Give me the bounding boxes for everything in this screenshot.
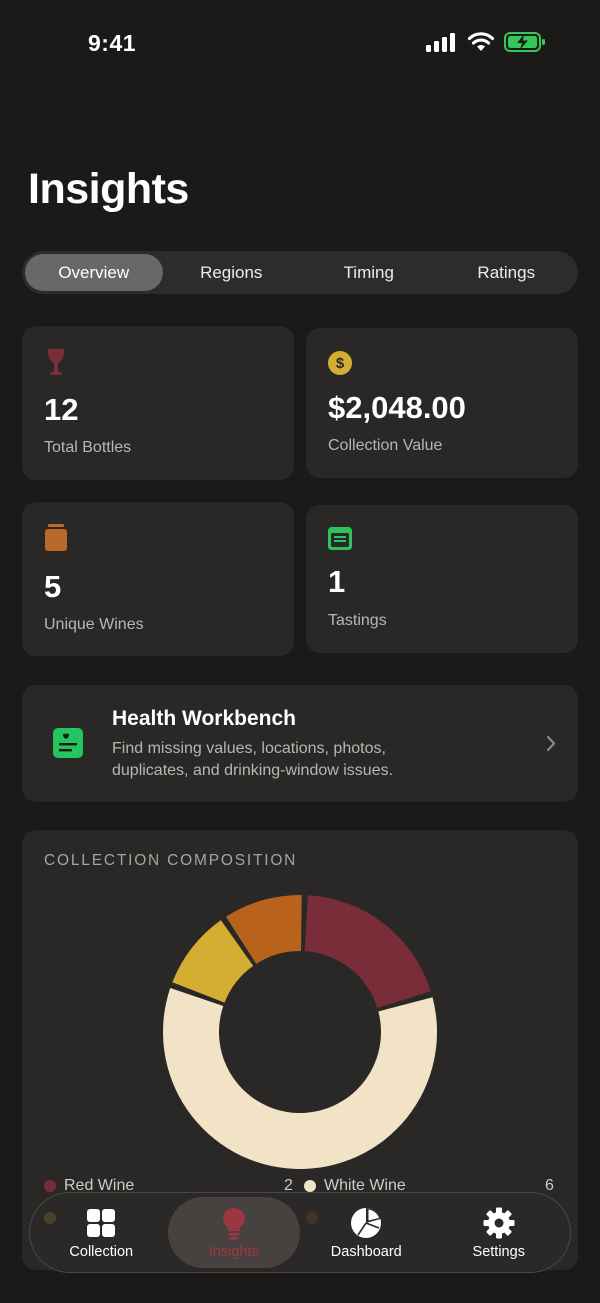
segmented-tabs: Overview Regions Timing Ratings <box>22 251 578 294</box>
tab-insights[interactable]: Insights <box>167 1197 300 1268</box>
health-clipboard-icon <box>53 728 83 758</box>
dollar-circle-icon: $ <box>328 351 352 375</box>
stat-value: 12 <box>44 392 79 427</box>
legend-dot <box>44 1179 56 1192</box>
tab-label: Insights <box>208 1243 259 1260</box>
battery-charging-icon <box>504 32 545 52</box>
wine-glass-icon <box>47 349 65 375</box>
tab-dashboard[interactable]: Dashboard <box>300 1197 433 1268</box>
signal-icon <box>426 33 455 52</box>
stat-label: Total Bottles <box>44 439 132 456</box>
tab-ratings[interactable]: Ratings <box>438 254 576 291</box>
tab-collection[interactable]: Collection <box>35 1197 168 1268</box>
health-workbench-title: Health Workbench <box>112 707 296 730</box>
tab-timing[interactable]: Timing <box>300 254 438 291</box>
health-workbench-card[interactable]: Health Workbench Find missing values, lo… <box>22 685 578 802</box>
composition-donut-chart <box>163 895 437 1169</box>
stat-card-tastings: 1 Tastings <box>306 505 578 653</box>
bottom-tab-bar: Collection Insights Dashboard Settings <box>29 1192 571 1273</box>
tab-regions[interactable]: Regions <box>163 254 301 291</box>
journal-icon <box>328 527 352 550</box>
gear-icon <box>483 1207 515 1238</box>
tab-label: Dashboard <box>330 1243 402 1260</box>
stat-card-unique-wines: 5 Unique Wines <box>22 502 294 656</box>
stat-value: 5 <box>44 569 62 604</box>
svg-text:$: $ <box>336 355 345 372</box>
section-label: COLLECTION COMPOSITION <box>44 852 298 869</box>
pie-chart-icon <box>351 1207 382 1238</box>
status-bar: 9:41 <box>0 0 600 90</box>
legend-dot <box>304 1179 316 1192</box>
chevron-right-icon <box>546 735 556 752</box>
status-icons <box>426 32 546 52</box>
stat-card-total-bottles: 12 Total Bottles <box>22 326 294 480</box>
slice-red-wine <box>304 895 431 1008</box>
stat-label: Tastings <box>328 612 387 629</box>
status-time: 9:41 <box>88 30 137 56</box>
legend-value: 6 <box>545 1177 554 1194</box>
stat-label: Collection Value <box>328 437 443 454</box>
tab-label: Settings <box>472 1243 525 1260</box>
grid-icon <box>87 1208 116 1237</box>
lightbulb-icon <box>222 1207 245 1240</box>
tab-overview[interactable]: Overview <box>25 254 163 291</box>
stat-value: 1 <box>328 564 346 599</box>
barrel-icon <box>45 524 67 551</box>
tab-settings[interactable]: Settings <box>433 1197 566 1268</box>
slice-white-wine <box>163 988 437 1169</box>
page-title: Insights <box>28 165 189 213</box>
stat-value: $2,048.00 <box>328 390 466 425</box>
tab-label: Collection <box>69 1243 134 1260</box>
stat-card-collection-value: $ $2,048.00 Collection Value <box>306 328 578 478</box>
stat-label: Unique Wines <box>44 616 144 633</box>
wifi-icon <box>467 32 495 51</box>
health-workbench-description: Find missing values, locations, photos, … <box>112 740 394 779</box>
